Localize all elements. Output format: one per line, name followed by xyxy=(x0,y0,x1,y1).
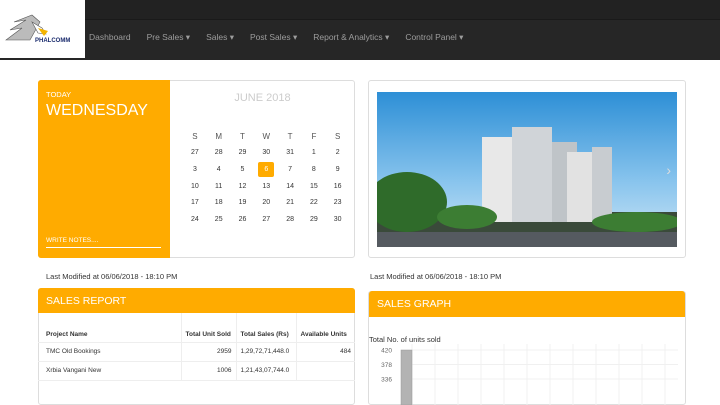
calendar-month: JUNE 2018 xyxy=(234,92,291,104)
calendar-day[interactable]: 29 xyxy=(302,216,326,223)
calendar-day[interactable]: 8 xyxy=(302,166,326,173)
col-available-units: Available Units xyxy=(296,313,355,343)
weekday-label: F xyxy=(311,131,317,141)
calendar-day[interactable]: 17 xyxy=(183,199,207,206)
main-menu: Dashboard Pre Sales ▾ Sales ▾ Post Sales… xyxy=(89,32,479,43)
calendar-day[interactable]: 13 xyxy=(254,183,278,190)
svg-text:PHALCOMM: PHALCOMM xyxy=(35,38,70,44)
weekday-label: S xyxy=(335,131,341,141)
calendar-day[interactable]: 27 xyxy=(254,216,278,223)
weekday-label: M xyxy=(215,131,223,141)
cell-sales: 1,29,72,71,448.0 xyxy=(236,342,297,362)
calendar-day[interactable]: 10 xyxy=(183,183,207,190)
calendar-day[interactable]: 14 xyxy=(278,183,302,190)
calendar-day[interactable]: 30 xyxy=(254,149,278,156)
cell-available xyxy=(296,361,355,381)
nav-dashboard[interactable]: Dashboard xyxy=(89,32,131,43)
y-tick-label: 378 xyxy=(381,362,392,369)
calendar-day[interactable]: 28 xyxy=(207,149,231,156)
cell-units: 1006 xyxy=(181,361,237,381)
weekday-label: T xyxy=(287,131,293,141)
calendar-day[interactable]: 18 xyxy=(207,199,231,206)
calendar-day[interactable]: 7 xyxy=(278,166,302,173)
calendar-day[interactable]: 11 xyxy=(207,183,231,190)
chart-bar xyxy=(400,349,413,405)
calendar-day[interactable]: 12 xyxy=(231,183,255,190)
col-project-name: Project Name xyxy=(38,313,182,343)
calendar-day[interactable]: 3 xyxy=(183,166,207,173)
sales-report-header: SALES REPORT xyxy=(38,288,355,313)
today-label: TODAY xyxy=(46,90,72,99)
calendar-week: 10 11 12 13 14 15 16 xyxy=(183,178,350,195)
calendar-day[interactable]: 27 xyxy=(183,149,207,156)
eagle-logo-icon: PHALCOMM xyxy=(5,14,70,44)
calendar-day[interactable]: 19 xyxy=(231,199,255,206)
calendar-day[interactable]: 21 xyxy=(278,199,302,206)
cell-available: 484 xyxy=(296,342,355,362)
table-row: TMC Old Bookings 2959 1,29,72,71,448.0 484 xyxy=(38,342,355,362)
calendar-day[interactable]: 2 xyxy=(326,149,350,156)
weekday-label: S xyxy=(192,131,198,141)
weekday-label: W xyxy=(262,131,271,141)
sales-report-table: Project Name Total Unit Sold Total Sales… xyxy=(38,313,355,381)
calendar-day[interactable]: 9 xyxy=(326,166,350,173)
nav-report-analytics[interactable]: Report & Analytics ▾ xyxy=(313,32,389,43)
calendar-day[interactable]: 1 xyxy=(302,149,326,156)
cell-project: TMC Old Bookings xyxy=(38,342,182,362)
cell-units: 2959 xyxy=(181,342,237,362)
last-modified-left: Last Modified at 06/06/2018 - 18:10 PM xyxy=(46,272,178,281)
units-sold-chart: 420 378 336 xyxy=(381,344,678,405)
calendar-day[interactable]: 31 xyxy=(278,149,302,156)
calendar-day[interactable]: 25 xyxy=(207,216,231,223)
calendar-day[interactable]: 23 xyxy=(326,199,350,206)
calendar-week: 3456789 xyxy=(183,161,350,178)
nav-control-panel[interactable]: Control Panel ▾ xyxy=(405,32,463,43)
calendar-day[interactable]: 4 xyxy=(207,166,231,173)
calendar-day-selected[interactable]: 6 xyxy=(258,161,275,177)
carousel-next-icon[interactable]: › xyxy=(666,162,671,178)
navbar-top-strip xyxy=(85,0,720,20)
calendar-day[interactable]: 28 xyxy=(278,216,302,223)
calendar-day[interactable]: 29 xyxy=(231,149,255,156)
last-modified-right: Last Modified at 06/06/2018 - 18:10 PM xyxy=(370,272,502,281)
calendar-day[interactable]: 15 xyxy=(302,183,326,190)
y-tick-label: 420 xyxy=(381,348,392,355)
y-tick-label: 336 xyxy=(381,377,392,384)
calendar-day[interactable]: 24 xyxy=(183,216,207,223)
col-total-unit-sold: Total Unit Sold xyxy=(181,313,237,343)
weekday-label: T xyxy=(240,131,245,141)
cell-project: Xrbia Vangani New xyxy=(38,361,182,381)
sales-graph-header: SALES GRAPH xyxy=(369,291,685,317)
table-row: Xrbia Vangani New 1006 1,21,43,07,744.0 xyxy=(38,361,355,381)
chart-title: Total No. of units sold xyxy=(369,335,441,344)
brand-logo[interactable]: PHALCOMM xyxy=(0,0,85,58)
calendar-week: 17 18 19 20 21 22 23 xyxy=(183,194,350,211)
calendar-grid: SMTWTFS 27 28 29 30 31 1 2 3 4 5 6 7 8 9 10 11 12 13 14 15 1… xyxy=(183,128,350,228)
calendar-day[interactable]: 16 xyxy=(326,183,350,190)
calendar-day[interactable]: 5 xyxy=(231,166,255,173)
top-navbar: PHALCOMM Dashboard Pre Sales ▾ Sales ▾ P… xyxy=(0,0,720,60)
nav-sales[interactable]: Sales ▾ xyxy=(206,32,234,43)
today-panel: TODAY WEDNESDAY WRITE NOTES.... xyxy=(38,80,170,258)
nav-post-sales[interactable]: Post Sales ▾ xyxy=(250,32,297,43)
calendar-week: 24 25 26 27 28 29 30 xyxy=(183,211,350,228)
today-day: WEDNESDAY xyxy=(46,102,148,119)
cell-sales: 1,21,43,07,744.0 xyxy=(236,361,297,381)
calendar-day[interactable]: 20 xyxy=(254,199,278,206)
calendar-day[interactable]: 22 xyxy=(302,199,326,206)
calendar-day[interactable]: 30 xyxy=(326,216,350,223)
project-photo: › xyxy=(377,92,677,247)
col-total-sales: Total Sales (Rs) xyxy=(236,313,297,343)
calendar-week: 27 28 29 30 31 1 2 xyxy=(183,145,350,162)
write-notes-input[interactable]: WRITE NOTES.... xyxy=(46,237,161,248)
nav-pre-sales[interactable]: Pre Sales ▾ xyxy=(147,32,190,43)
calendar-day[interactable]: 26 xyxy=(231,216,255,223)
